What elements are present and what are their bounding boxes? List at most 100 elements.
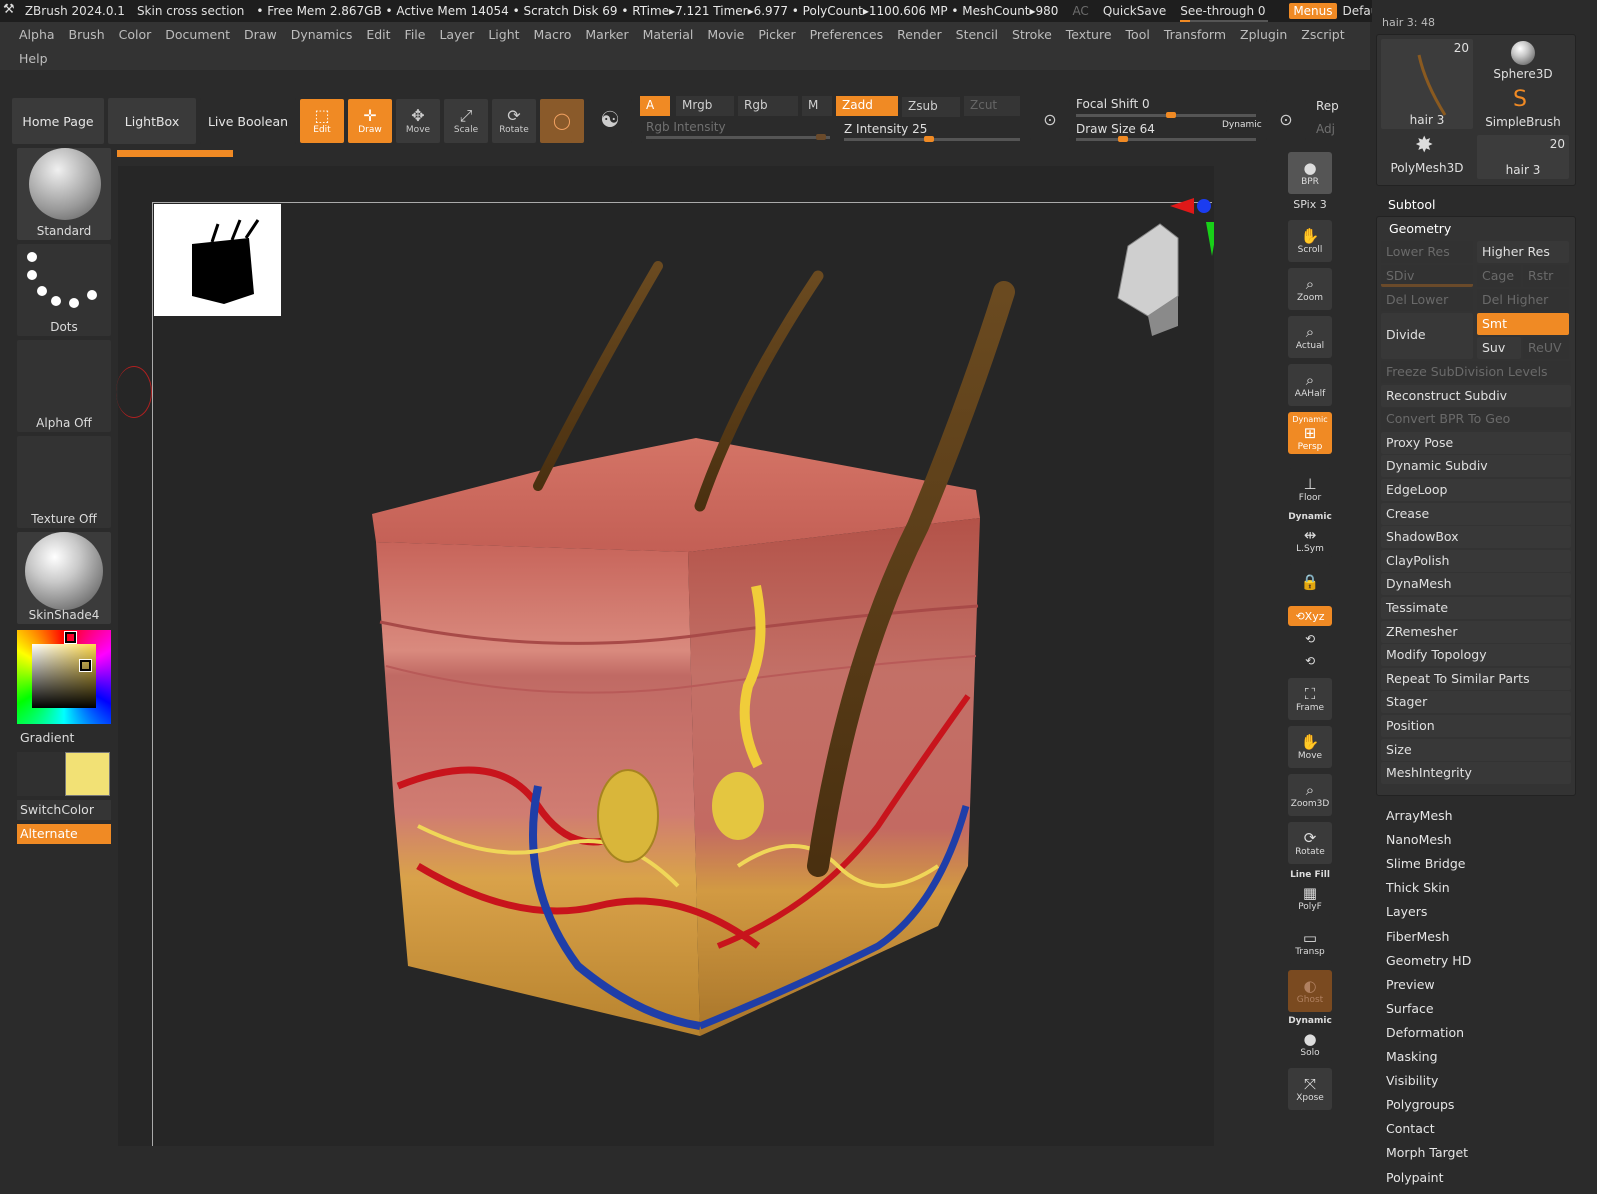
geometry-item-zremesher[interactable]: ZRemesher (1381, 620, 1571, 643)
color-picker[interactable] (17, 630, 111, 724)
ac-label[interactable]: AC (1072, 4, 1088, 18)
menu-dynamics[interactable]: Dynamics (291, 27, 353, 42)
menu-material[interactable]: Material (643, 27, 694, 42)
tool-item-contact[interactable]: Contact (1386, 1121, 1435, 1136)
polyf-button[interactable]: ▦ PolyF (1288, 880, 1332, 916)
zadd-toggle[interactable]: Zadd (836, 96, 898, 116)
menus-toggle[interactable]: Menus (1289, 3, 1337, 19)
material-sphere-button[interactable]: ◯ (540, 99, 584, 143)
tool-item-masking[interactable]: Masking (1386, 1049, 1438, 1064)
menu-preferences[interactable]: Preferences (810, 27, 884, 42)
bpr-button[interactable]: ● BPR (1288, 152, 1332, 194)
main-color-swatch[interactable] (65, 752, 110, 796)
tool-item-geometry-hd[interactable]: Geometry HD (1386, 953, 1471, 968)
lower-res-button[interactable]: Lower Res (1381, 241, 1473, 263)
menu-light[interactable]: Light (488, 27, 519, 42)
material-tile[interactable]: SkinShade4 (17, 532, 111, 624)
zsub-toggle[interactable]: Zsub (902, 97, 960, 117)
higher-res-button[interactable]: Higher Res (1477, 241, 1569, 263)
geometry-item-modify-topology[interactable]: Modify Topology (1381, 644, 1571, 667)
zoom3d-button[interactable]: ⌕ Zoom3D (1288, 774, 1332, 816)
simplebrush-tool-tile[interactable]: S SimpleBrush (1477, 87, 1569, 131)
reuv-toggle[interactable]: ReUV (1523, 337, 1569, 359)
geometry-item-dynamic-subdiv[interactable]: Dynamic Subdiv (1381, 455, 1571, 478)
hair3-tool-tile-2[interactable]: 20 hair 3 (1477, 135, 1569, 179)
geometry-item-size[interactable]: Size (1381, 738, 1571, 761)
tool-item-nanomesh[interactable]: NanoMesh (1386, 832, 1452, 847)
lightbox-tab[interactable]: LightBox (108, 98, 196, 144)
geometry-item-convert-bpr-to-geo[interactable]: Convert BPR To Geo (1381, 408, 1571, 431)
tool-item-polygroups[interactable]: Polygroups (1386, 1097, 1454, 1112)
rotate-view-button[interactable]: ⟳ Rotate (1288, 822, 1332, 864)
texture-tile[interactable]: Texture Off (17, 436, 111, 528)
tool-item-slime-bridge[interactable]: Slime Bridge (1386, 856, 1465, 871)
focal-shift-label[interactable]: Focal Shift 0 (1076, 97, 1150, 111)
tool-item-fibermesh[interactable]: FiberMesh (1386, 929, 1449, 944)
geometry-item-dynamesh[interactable]: DynaMesh (1381, 573, 1571, 596)
del-lower-button[interactable]: Del Lower (1381, 289, 1473, 311)
tool-item-visibility[interactable]: Visibility (1386, 1073, 1438, 1088)
xpose-button[interactable]: ⤧ Xpose (1288, 1068, 1332, 1110)
top-slider-label[interactable]: hair 3: 48 (1382, 16, 1435, 29)
cage-button[interactable]: Cage (1477, 265, 1521, 287)
home-page-tab[interactable]: Home Page (12, 98, 104, 144)
rgb-intensity-slider[interactable] (646, 134, 830, 140)
menu-zscript[interactable]: Zscript (1301, 27, 1344, 42)
menu-zplugin[interactable]: Zplugin (1240, 27, 1287, 42)
menu-stencil[interactable]: Stencil (956, 27, 998, 42)
zcut-toggle[interactable]: Zcut (964, 96, 1020, 116)
mrgb-toggle[interactable]: Mrgb (676, 96, 734, 116)
xyz-button[interactable]: ⟲Xyz (1288, 606, 1332, 626)
menu-draw[interactable]: Draw (244, 27, 277, 42)
aahalf-button[interactable]: ⌕ AAHalf (1288, 364, 1332, 406)
geometry-item-proxy-pose[interactable]: Proxy Pose (1381, 431, 1571, 454)
tool-item-preview[interactable]: Preview (1386, 977, 1435, 992)
sphere3d-tool-tile[interactable]: Sphere3D (1477, 39, 1569, 83)
hue-marker[interactable] (64, 631, 77, 644)
scroll-button[interactable]: ✋ Scroll (1288, 220, 1332, 262)
stroke-d-button[interactable]: ⊙ (1266, 100, 1306, 140)
live-boolean-toggle[interactable]: Live Boolean (200, 98, 296, 144)
geometry-header[interactable]: Geometry (1389, 221, 1451, 236)
scale-button[interactable]: ⤢ Scale (444, 99, 488, 143)
tool-item-polypaint[interactable]: Polypaint (1386, 1170, 1444, 1185)
skin-model-viewport[interactable] (118, 166, 1214, 1146)
menu-help[interactable]: Help (19, 51, 48, 66)
tool-item-layers[interactable]: Layers (1386, 904, 1427, 919)
secondary-color-swatch[interactable] (17, 752, 64, 796)
subtool-header[interactable]: Subtool (1388, 197, 1435, 212)
tool-item-thick-skin[interactable]: Thick Skin (1386, 880, 1450, 895)
move-button[interactable]: ✥ Move (396, 99, 440, 143)
edit-button[interactable]: ⬚ Edit (300, 99, 344, 143)
menu-document[interactable]: Document (165, 27, 230, 42)
spix-label[interactable]: SPix 3 (1282, 198, 1338, 211)
adj-label[interactable]: Adj (1316, 122, 1335, 136)
hair3-tool-tile[interactable]: 20 hair 3 (1381, 39, 1473, 129)
geometry-item-reconstruct-subdiv[interactable]: Reconstruct Subdiv (1381, 384, 1571, 407)
quicksave-button[interactable]: QuickSave (1103, 4, 1166, 18)
polymesh3d-tool-tile[interactable]: ✸ PolyMesh3D (1381, 133, 1473, 177)
orientation-head-gizmo[interactable] (1117, 223, 1179, 336)
rgb-toggle[interactable]: Rgb (738, 96, 798, 116)
stroke-s-button[interactable]: ⊙ (1030, 100, 1070, 140)
color-marker[interactable] (79, 659, 92, 672)
rep-label[interactable]: Rep (1316, 99, 1339, 113)
frame-button[interactable]: ⛶ Frame (1288, 678, 1332, 720)
document-canvas[interactable] (118, 166, 1214, 1146)
smt-toggle[interactable]: Smt (1477, 313, 1569, 335)
geometry-item-stager[interactable]: Stager (1381, 691, 1571, 714)
alternate-button[interactable]: Alternate (17, 824, 111, 844)
tool-item-deformation[interactable]: Deformation (1386, 1025, 1464, 1040)
transp-button[interactable]: ▭ Transp (1288, 922, 1332, 964)
geometry-item-shadowbox[interactable]: ShadowBox (1381, 526, 1571, 549)
menu-stroke[interactable]: Stroke (1012, 27, 1052, 42)
brush-tile[interactable]: Standard (17, 148, 111, 240)
lsym-button[interactable]: ⇹ L.Sym (1288, 522, 1332, 558)
menu-color[interactable]: Color (119, 27, 152, 42)
geometry-item-tessimate[interactable]: Tessimate (1381, 597, 1571, 619)
tool-item-arraymesh[interactable]: ArrayMesh (1386, 808, 1453, 823)
sdiv-slider[interactable]: SDiv (1381, 265, 1473, 287)
suv-toggle[interactable]: Suv (1477, 337, 1521, 359)
rotate-z-icon[interactable]: ⟲ (1282, 654, 1338, 668)
color-picker-square[interactable] (32, 644, 96, 708)
